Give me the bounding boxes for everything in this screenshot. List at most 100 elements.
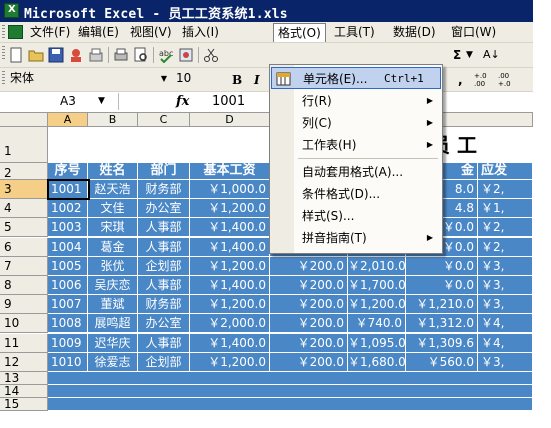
cell-base[interactable]: ￥1,000.0	[190, 180, 270, 199]
cell-i[interactable]: ￥3,	[478, 352, 533, 372]
cell-g[interactable]: ￥1,200.0	[348, 295, 406, 315]
font-name-dropdown[interactable]: ▼	[158, 71, 170, 88]
chevron-down-icon[interactable]: ▼	[98, 93, 105, 110]
row-header[interactable]: 4	[0, 199, 48, 219]
header-cell-i[interactable]: 应发	[478, 163, 533, 180]
row-header[interactable]: 15	[0, 398, 48, 411]
cell-base[interactable]: ￥1,200.0	[190, 295, 270, 315]
cell-h[interactable]: ￥1,312.0	[406, 314, 478, 334]
cell-e[interactable]: ￥200.0	[270, 314, 348, 334]
column-header-d[interactable]: D	[190, 113, 270, 127]
comma-style-button[interactable]: ,	[458, 72, 463, 88]
cell-h[interactable]: ￥0.0	[406, 256, 478, 276]
cell-dept[interactable]: 人事部	[138, 276, 190, 295]
row-header[interactable]: 1	[0, 127, 48, 163]
menu-item-conditional-formatting[interactable]: 条件格式(D)...	[271, 183, 441, 205]
cell-id[interactable]: 1006	[48, 276, 88, 295]
empty-row[interactable]	[48, 385, 533, 398]
empty-row[interactable]	[48, 372, 533, 385]
title-bar[interactable]: Microsoft Excel - 员工工资系统1.xls	[0, 0, 533, 22]
cell-id[interactable]: 1005	[48, 256, 88, 276]
column-header-a[interactable]: A	[48, 113, 88, 127]
cell-h[interactable]: ￥560.0	[406, 352, 478, 372]
row-header[interactable]: 3	[0, 180, 48, 199]
research-icon[interactable]	[178, 47, 194, 63]
cell-base[interactable]: ￥1,400.0	[190, 276, 270, 295]
cell-base[interactable]: ￥1,200.0	[190, 199, 270, 219]
cell-name[interactable]: 迟华庆	[88, 333, 138, 353]
cell-name[interactable]: 吴庆恋	[88, 276, 138, 295]
spelling-icon[interactable]: abc	[158, 47, 174, 64]
row-header[interactable]: 8	[0, 276, 48, 295]
cell-dept[interactable]: 企划部	[138, 352, 190, 372]
font-name-combo[interactable]: 宋体	[8, 71, 158, 88]
cell-i[interactable]: ￥2,	[478, 218, 533, 238]
cell-name[interactable]: 赵天浩	[88, 180, 138, 199]
cell-dept[interactable]: 办公室	[138, 314, 190, 334]
cell-i[interactable]: ￥2,	[478, 237, 533, 257]
decrease-decimal-button[interactable]: .00 +.0	[498, 72, 518, 88]
row-header[interactable]: 7	[0, 256, 48, 276]
header-cell-base[interactable]: 基本工资	[190, 163, 270, 180]
excel-app-icon[interactable]	[4, 3, 19, 18]
print-icon[interactable]	[113, 47, 129, 63]
formula-input[interactable]: 1001	[212, 93, 245, 110]
cell-e[interactable]: ￥200.0	[270, 256, 348, 276]
cell-h[interactable]: ￥0.0	[406, 276, 478, 295]
print-preview-icon[interactable]	[133, 47, 149, 63]
cell-dept[interactable]: 人事部	[138, 218, 190, 238]
menu-tools[interactable]: 工具(T)	[330, 24, 379, 40]
header-cell-name[interactable]: 姓名	[88, 163, 138, 180]
font-size-combo[interactable]: 10 ▼	[174, 71, 210, 88]
cell-base[interactable]: ￥2,000.0	[190, 314, 270, 334]
row-header[interactable]: 5	[0, 218, 48, 238]
cell-name[interactable]: 文佳	[88, 199, 138, 219]
row-header[interactable]: 9	[0, 295, 48, 315]
row-header[interactable]: 10	[0, 314, 48, 334]
menu-file[interactable]: 文件(F)	[26, 24, 74, 40]
menu-format[interactable]: 格式(O)	[273, 23, 326, 42]
select-all-corner[interactable]	[0, 113, 48, 127]
save-icon[interactable]	[48, 47, 64, 63]
menu-item-row[interactable]: 行(R) ▶	[271, 90, 441, 112]
column-header-c[interactable]: C	[138, 113, 190, 127]
sort-ascending-icon[interactable]: A↓	[483, 47, 500, 63]
cell-dept[interactable]: 人事部	[138, 237, 190, 257]
cell-h[interactable]: ￥1,210.0	[406, 295, 478, 315]
increase-decimal-button[interactable]: +.0 .00	[474, 72, 494, 88]
cell-e[interactable]: ￥200.0	[270, 276, 348, 295]
autosum-icon[interactable]: Σ	[453, 47, 461, 63]
cut-icon[interactable]	[203, 47, 219, 63]
cell-g[interactable]: ￥1,095.0	[348, 333, 406, 353]
cell-e[interactable]: ￥200.0	[270, 333, 348, 353]
italic-button[interactable]: I	[254, 72, 260, 88]
cell-name[interactable]: 展鸣超	[88, 314, 138, 334]
menu-view[interactable]: 视图(V)	[126, 24, 176, 40]
document-icon[interactable]	[8, 25, 23, 39]
cell-e[interactable]: ￥200.0	[270, 295, 348, 315]
menu-item-phonetic-guide[interactable]: 拼音指南(T) ▶	[271, 227, 441, 249]
autosum-dropdown-icon[interactable]: ▼	[466, 47, 473, 63]
toolbar-grip[interactable]	[2, 71, 5, 85]
sheet-title-partial[interactable]: 员 工	[430, 127, 533, 163]
cell-dept[interactable]: 办公室	[138, 199, 190, 219]
column-header-b[interactable]: B	[88, 113, 138, 127]
cell-base[interactable]: ￥1,400.0	[190, 218, 270, 238]
cell-base[interactable]: ￥1,200.0	[190, 352, 270, 372]
menu-item-cells[interactable]: 单元格(E)... Ctrl+1	[271, 67, 441, 89]
cell-dept[interactable]: 财务部	[138, 295, 190, 315]
cell-id[interactable]: 1009	[48, 333, 88, 353]
cell-e[interactable]: ￥200.0	[270, 352, 348, 372]
toolbar-grip[interactable]	[2, 46, 5, 60]
cell-name[interactable]: 徐爱志	[88, 352, 138, 372]
bold-button[interactable]: B	[232, 72, 242, 88]
cell-i[interactable]: ￥1,	[478, 199, 533, 219]
cell-dept[interactable]: 企划部	[138, 256, 190, 276]
header-cell-id[interactable]: 序号	[48, 163, 88, 180]
cell-g[interactable]: ￥1,680.0	[348, 352, 406, 372]
cell-i[interactable]: ￥3,	[478, 295, 533, 315]
cell-id[interactable]: 1007	[48, 295, 88, 315]
permission-icon[interactable]	[68, 47, 84, 63]
name-box[interactable]: A3 ▼	[0, 93, 119, 110]
cell-name[interactable]: 宋琪	[88, 218, 138, 238]
